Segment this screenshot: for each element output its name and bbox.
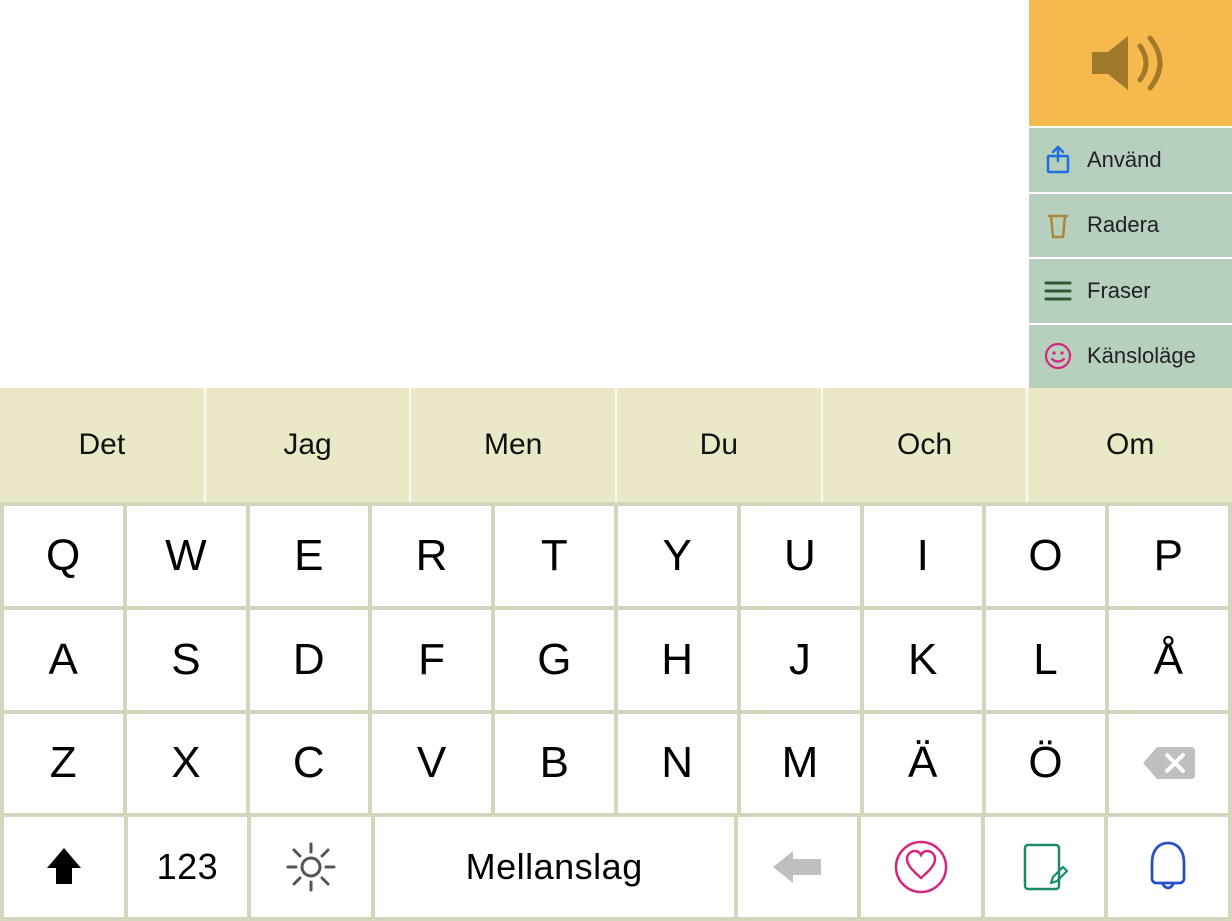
key-q[interactable]: Q <box>4 506 123 606</box>
key-b[interactable]: B <box>495 714 614 814</box>
smiley-icon <box>1043 341 1073 371</box>
key-numbers[interactable]: 123 <box>128 817 248 917</box>
key-back-arrow[interactable] <box>738 817 858 917</box>
shift-icon <box>41 844 87 890</box>
key-space[interactable]: Mellanslag <box>375 817 734 917</box>
suggestion[interactable]: Det <box>0 388 206 502</box>
side-panel: Använd Radera <box>1028 0 1232 388</box>
key-odiaeresis[interactable]: Ö <box>986 714 1105 814</box>
key-j[interactable]: J <box>741 610 860 710</box>
key-v[interactable]: V <box>372 714 491 814</box>
suggestion[interactable]: Du <box>617 388 823 502</box>
top-area: Använd Radera <box>0 0 1232 388</box>
key-l[interactable]: L <box>986 610 1105 710</box>
speak-button[interactable] <box>1029 0 1232 128</box>
menu-icon <box>1043 276 1073 306</box>
side-item-label: Använd <box>1087 147 1162 173</box>
key-r[interactable]: R <box>372 506 491 606</box>
key-settings[interactable] <box>251 817 371 917</box>
key-i[interactable]: I <box>864 506 983 606</box>
suggestion[interactable]: Men <box>411 388 617 502</box>
key-t[interactable]: T <box>495 506 614 606</box>
backspace-icon <box>1139 743 1199 783</box>
side-item-label: Radera <box>1087 212 1159 238</box>
key-g[interactable]: G <box>495 610 614 710</box>
key-z[interactable]: Z <box>4 714 123 814</box>
key-m[interactable]: M <box>741 714 860 814</box>
side-item-label: Fraser <box>1087 278 1151 304</box>
key-y[interactable]: Y <box>618 506 737 606</box>
key-adiaeresis[interactable]: Ä <box>864 714 983 814</box>
side-item-delete[interactable]: Radera <box>1029 194 1232 260</box>
trash-icon <box>1043 210 1073 240</box>
key-f[interactable]: F <box>372 610 491 710</box>
key-s[interactable]: S <box>127 610 246 710</box>
side-item-mood[interactable]: Känsloläge <box>1029 325 1232 389</box>
app-root: Använd Radera <box>0 0 1232 921</box>
side-item-label: Känsloläge <box>1087 343 1196 369</box>
keyboard-row-1: Q W E R T Y U I O P <box>0 506 1232 610</box>
key-o[interactable]: O <box>986 506 1105 606</box>
suggestions-bar: Det Jag Men Du Och Om <box>0 388 1232 502</box>
keyboard: Q W E R T Y U I O P A S D F G H J K L Å … <box>0 502 1232 921</box>
key-note[interactable] <box>985 817 1105 917</box>
key-backspace[interactable] <box>1109 714 1228 814</box>
text-input-area[interactable] <box>0 0 1028 388</box>
key-u[interactable]: U <box>741 506 860 606</box>
gear-icon <box>282 838 340 896</box>
key-c[interactable]: C <box>250 714 369 814</box>
suggestion[interactable]: Jag <box>206 388 412 502</box>
heart-circle-icon <box>892 838 950 896</box>
keyboard-row-2: A S D F G H J K L Å <box>0 610 1232 714</box>
suggestion[interactable]: Och <box>823 388 1029 502</box>
share-icon <box>1043 145 1073 175</box>
side-item-use[interactable]: Använd <box>1029 128 1232 194</box>
key-k[interactable]: K <box>864 610 983 710</box>
side-item-phrases[interactable]: Fraser <box>1029 259 1232 325</box>
key-h[interactable]: H <box>618 610 737 710</box>
suggestion[interactable]: Om <box>1028 388 1232 502</box>
key-notification[interactable] <box>1108 817 1228 917</box>
key-favorite[interactable] <box>861 817 981 917</box>
key-a[interactable]: A <box>4 610 123 710</box>
keyboard-row-4: 123 Mellanslag <box>0 817 1232 921</box>
arrow-left-icon <box>769 847 825 887</box>
key-x[interactable]: X <box>127 714 246 814</box>
key-shift[interactable] <box>4 817 124 917</box>
key-e[interactable]: E <box>250 506 369 606</box>
key-d[interactable]: D <box>250 610 369 710</box>
keyboard-row-3: Z X C V B N M Ä Ö <box>0 714 1232 818</box>
note-edit-icon <box>1017 839 1073 895</box>
key-aring[interactable]: Å <box>1109 610 1228 710</box>
key-w[interactable]: W <box>127 506 246 606</box>
bell-icon <box>1144 839 1192 895</box>
speaker-icon <box>1086 28 1176 98</box>
key-n[interactable]: N <box>618 714 737 814</box>
key-p[interactable]: P <box>1109 506 1228 606</box>
